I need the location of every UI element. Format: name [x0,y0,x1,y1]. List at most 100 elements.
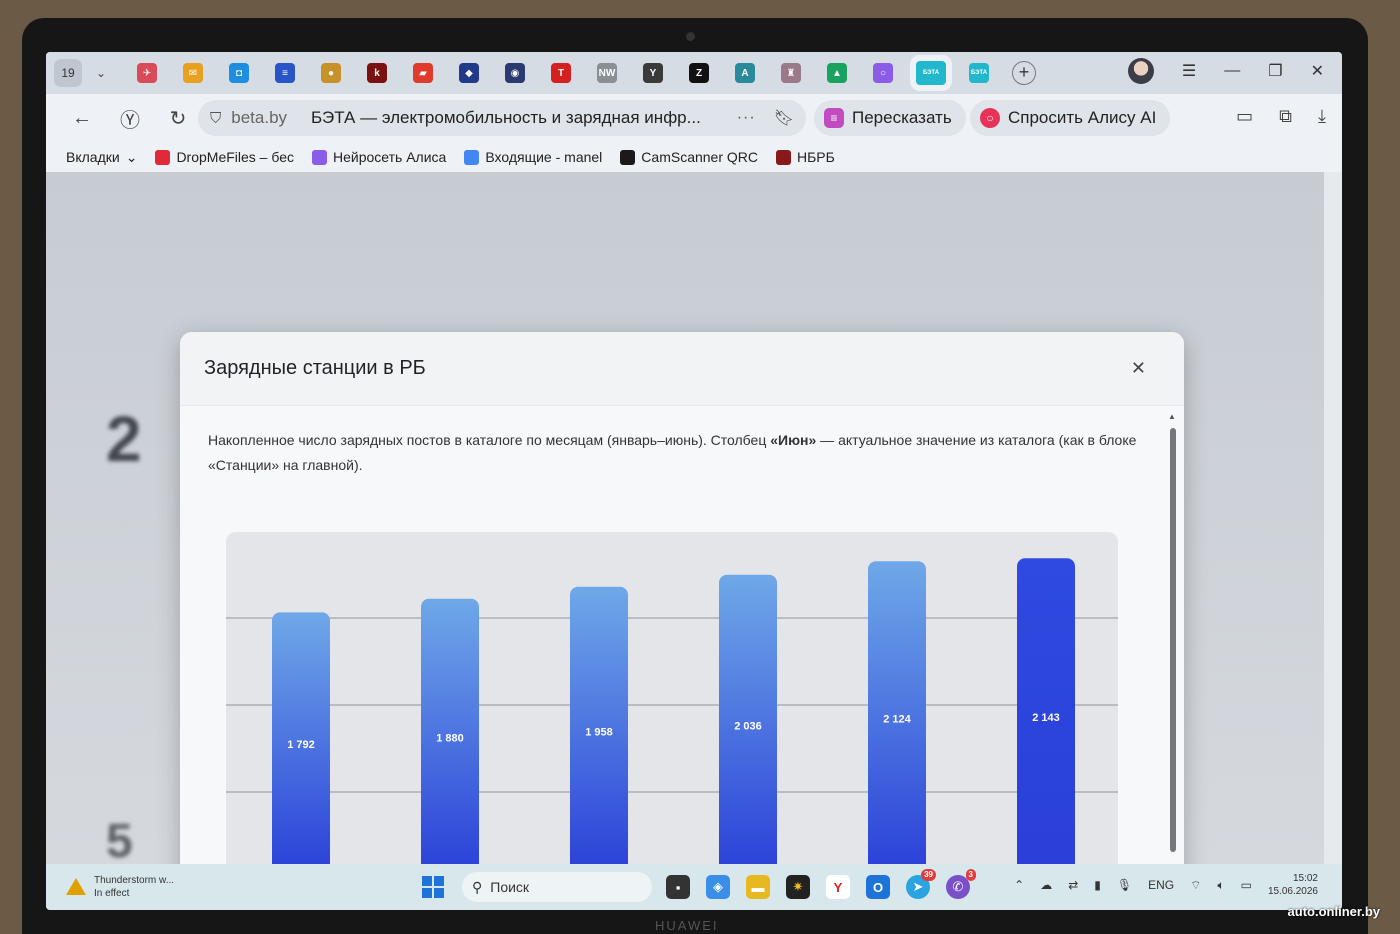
tab-beta-icon[interactable]: БЭТА [969,63,989,83]
tab-crest-icon[interactable]: ♜ [781,63,801,83]
tab-shield-emblem-icon[interactable]: ◆ [459,63,479,83]
tab-z-icon[interactable]: Z [689,63,709,83]
address-bar[interactable]: ⛉ beta.by БЭТА — электромобильность и за… [198,100,806,136]
retell-button[interactable]: ≡ Пересказать [814,100,966,136]
tab-bird-icon[interactable]: ✈ [137,63,157,83]
battery-saver-icon[interactable]: ▭ [1236,106,1253,127]
google-icon [464,149,480,165]
tab-alice-icon[interactable]: ○ [873,63,893,83]
blurred-background-content: 2 [106,403,142,475]
bookmark-item[interactable]: Нейросеть Алиса [312,149,446,165]
tab-counter-button[interactable]: 19 [54,59,82,87]
tab-globe-icon[interactable]: ● [321,63,341,83]
weather-text: Thunderstorm w... In effect [94,874,174,900]
file-explorer-icon[interactable]: ▬ [746,875,770,899]
outlook-icon[interactable]: O [866,875,890,899]
navigation-bar: ← Ⓨ ↻ ⛉ beta.by БЭТА — электромобильност… [46,94,1342,142]
bar-value-label: 1 792 [287,739,315,751]
chart-modal: Зарядные станции в РБ ✕ Накопленное числ… [180,332,1184,910]
modal-title: Зарядные станции в РБ [204,357,426,379]
tab-flag-icon[interactable]: ▰ [413,63,433,83]
telegram-icon[interactable]: ➤ 39 [906,869,936,899]
bookmark-label: DropMeFiles – бес [176,149,295,165]
chart-tray-icon[interactable]: ▮ [1094,878,1101,892]
bookmark-item[interactable]: DropMeFiles – бес [155,149,294,165]
tab-stripes-icon[interactable]: ≡ [275,63,295,83]
scroll-up-arrow-icon[interactable]: ▲ [1168,412,1176,421]
bar-value-label: 2 143 [1032,712,1060,724]
clock[interactable]: 15:02 15.06.2026 [1268,872,1318,898]
viber-icon[interactable]: ✆ 3 [946,869,976,899]
screen: 19 ⌄ ✈ ✉ ◘ ≡ ● k ▰ ◆ ◉ T NW Y Z A ♜ ▲ ○ БЭТА БЭТА + ☰ — ❐ … [46,52,1342,910]
download-icon[interactable]: ⤓ [1318,106,1326,127]
address-page-title: БЭТА — электромобильность и зарядная инф… [311,108,701,127]
security-shield-icon[interactable]: ⛉ [210,110,221,127]
bar-value-label: 2 124 [883,714,911,726]
tab-nw-icon[interactable]: NW [597,63,617,83]
tray-chevron-up-icon[interactable]: ⌃ [1014,878,1024,892]
warning-icon [66,878,86,896]
tab-strip: 19 ⌄ ✈ ✉ ◘ ≡ ● k ▰ ◆ ◉ T NW Y Z A ♜ ▲ ○ БЭТА БЭТА + ☰ — ❐ … [46,52,1342,94]
microphone-icon[interactable]: 🎙︎ [1117,878,1132,892]
tab-camera-icon[interactable]: ◉ [505,63,525,83]
tab-k-icon[interactable]: k [367,63,387,83]
modal-scrollbar[interactable]: ▲ ▼ [1168,412,1178,910]
more-dots-icon[interactable]: ··· [737,109,756,127]
tab-mail-icon[interactable]: ✉ [183,63,203,83]
clock-date: 15.06.2026 [1267,886,1318,897]
bookmark-item[interactable]: НБРБ [776,149,835,165]
bar-chart: 1 792Янв1 880Фев1 958Мар2 036Апр2 124Май… [226,558,1118,910]
search-label: Поиск [490,879,530,895]
bookmark-item[interactable]: Вкладки ⌄ [66,149,137,166]
weather-title: Thunderstorm w... [94,875,175,886]
taskbar-search-input[interactable]: ⚲ Поиск [462,872,652,902]
tab-beta-icon[interactable]: БЭТА [916,61,946,85]
retell-icon: ≡ [824,108,844,128]
language-indicator[interactable]: ENG [1148,878,1174,892]
toolbar-right: ▭ ⧉ ⤓ [1236,106,1326,127]
tab-y-icon[interactable]: Y [643,63,663,83]
restore-icon[interactable]: ❐ [1268,61,1282,81]
description-bold: «Июн» [770,432,817,448]
new-tab-plus-icon[interactable]: + [1012,61,1036,85]
onedrive-icon[interactable]: ☁ [1040,878,1052,892]
task-view-icon[interactable]: ▪ [666,875,690,899]
sync-icon[interactable]: ⇄ [1068,878,1078,892]
tab-tesla-icon[interactable]: T [551,63,571,83]
page-scrollbar[interactable] [1324,172,1342,864]
bar-value-label: 1 958 [585,726,613,738]
extensions-icon[interactable]: ⧉ [1279,106,1292,127]
yandex-home-icon[interactable]: Ⓨ [110,104,150,133]
tab-drive-icon[interactable]: ▲ [827,63,847,83]
minimize-icon[interactable]: — [1224,62,1240,80]
bookmark-label: Вкладки [66,149,120,165]
weather-widget[interactable]: Thunderstorm w... In effect [66,874,366,900]
wifi-icon[interactable]: ⌔ [1190,878,1201,893]
tab-aloz-icon[interactable]: A [735,63,755,83]
alice-icon [312,149,328,165]
tabs-dropdown-chevron-icon[interactable]: ⌄ [88,66,114,80]
dropmefiles-icon [155,149,171,165]
modal-scroll-thumb[interactable] [1170,428,1176,852]
bookmark-icon[interactable]: 🔖︎ [774,108,794,128]
copilot-icon[interactable]: ◈ [706,875,730,899]
back-arrow-icon[interactable]: ← [62,107,102,130]
viber-badge: 3 [965,869,976,881]
menu-icon[interactable]: ☰ [1182,61,1196,81]
yandex-browser-icon[interactable]: Y [826,875,850,899]
nbrb-icon [776,149,791,165]
close-window-icon[interactable]: ✕ [1311,61,1324,81]
ask-alice-label: Спросить Алису AI [1008,108,1157,127]
reload-icon[interactable]: ↻ [158,106,198,131]
modal-close-icon[interactable]: ✕ [1131,358,1146,379]
bookmark-item[interactable]: Входящие - manel [464,149,602,165]
sun-app-icon[interactable]: ✷ [786,875,810,899]
bookmark-item[interactable]: CamScanner QRC [620,149,758,165]
tab-maps-icon[interactable]: ◘ [229,63,249,83]
battery-icon[interactable]: ▭ [1241,878,1252,892]
profile-avatar[interactable] [1127,58,1154,84]
volume-icon[interactable]: 🔈︎ [1217,878,1224,893]
taskbar-apps: ▪ ◈ ▬ ✷ Y O ➤ 39 ✆ 3 [666,869,976,899]
start-windows-icon[interactable] [422,876,444,898]
ask-alice-button[interactable]: ○ Спросить Алису AI [970,100,1171,136]
